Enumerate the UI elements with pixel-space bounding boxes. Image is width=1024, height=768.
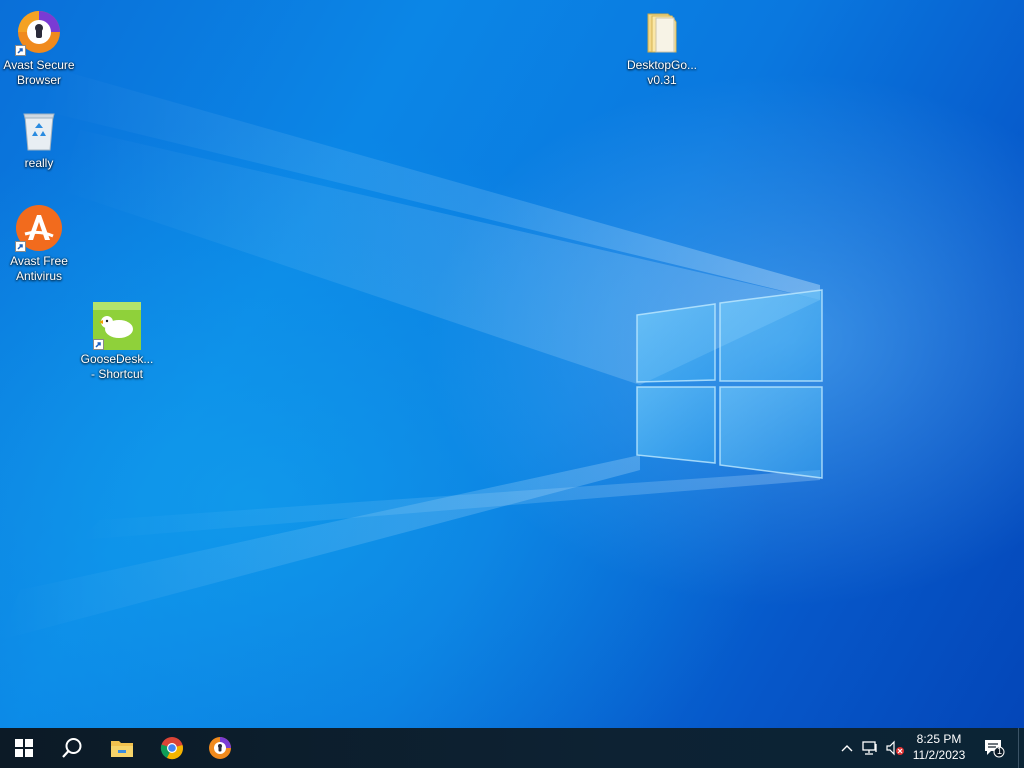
taskbar: 8:25 PM 11/2/2023 1	[0, 728, 1024, 768]
taskbar-file-explorer[interactable]	[98, 728, 146, 768]
avast-secure-browser-icon	[15, 8, 63, 56]
show-desktop-button[interactable]	[1018, 728, 1024, 768]
clock-time: 8:25 PM	[916, 732, 962, 746]
desktop-icon-label: really	[24, 156, 54, 170]
taskbar-chrome[interactable]	[148, 728, 196, 768]
chevron-up-icon	[841, 745, 853, 752]
shortcut-arrow-icon	[15, 241, 26, 252]
recycle-bin-icon	[15, 106, 63, 154]
start-button[interactable]	[0, 728, 48, 768]
desktop-icon-label: Avast Secure Browser	[3, 58, 75, 87]
network-tray-button[interactable]	[860, 728, 882, 768]
desktop-icon-recycle-bin[interactable]: really	[0, 106, 78, 171]
avast-antivirus-icon	[15, 204, 63, 252]
notification-count-badge: 1	[997, 746, 1003, 756]
chrome-icon	[160, 737, 183, 760]
avast-secure-browser-icon	[209, 737, 231, 759]
desktop-icon-label: DesktopGo... v0.31	[626, 58, 698, 87]
folder-icon	[638, 8, 686, 56]
desktop-icon-desktopgoose-folder[interactable]: DesktopGo... v0.31	[623, 8, 701, 88]
goose-desktop-icon	[93, 302, 141, 350]
show-hidden-icons-button[interactable]	[838, 728, 856, 768]
shortcut-arrow-icon	[93, 339, 104, 350]
shortcut-arrow-icon	[15, 45, 26, 56]
desktop-icon-goose-desktop-shortcut[interactable]: GooseDesk... - Shortcut	[78, 302, 156, 382]
search-button[interactable]	[48, 728, 96, 768]
desktop-icon-avast-free-antivirus[interactable]: Avast Free Antivirus	[0, 204, 78, 284]
volume-tray-button[interactable]	[884, 728, 906, 768]
taskbar-clock[interactable]: 8:25 PM 11/2/2023	[906, 728, 972, 768]
desktop-icon-label: Avast Free Antivirus	[10, 254, 68, 283]
desktop-icon-avast-secure-browser[interactable]: Avast Secure Browser	[0, 8, 78, 88]
desktop-icon-label: GooseDesk... - Shortcut	[80, 352, 154, 381]
search-icon	[62, 738, 82, 758]
taskbar-avast-secure-browser[interactable]	[196, 728, 244, 768]
network-icon	[862, 741, 877, 755]
windows-start-icon	[15, 739, 33, 757]
volume-muted-icon	[886, 740, 904, 756]
desktop-background[interactable]: Avast Secure Browser really Avast Free A…	[0, 0, 1024, 728]
action-center-button[interactable]: 1	[978, 728, 1010, 768]
file-explorer-icon	[111, 741, 133, 757]
clock-date: 11/2/2023	[912, 748, 966, 762]
